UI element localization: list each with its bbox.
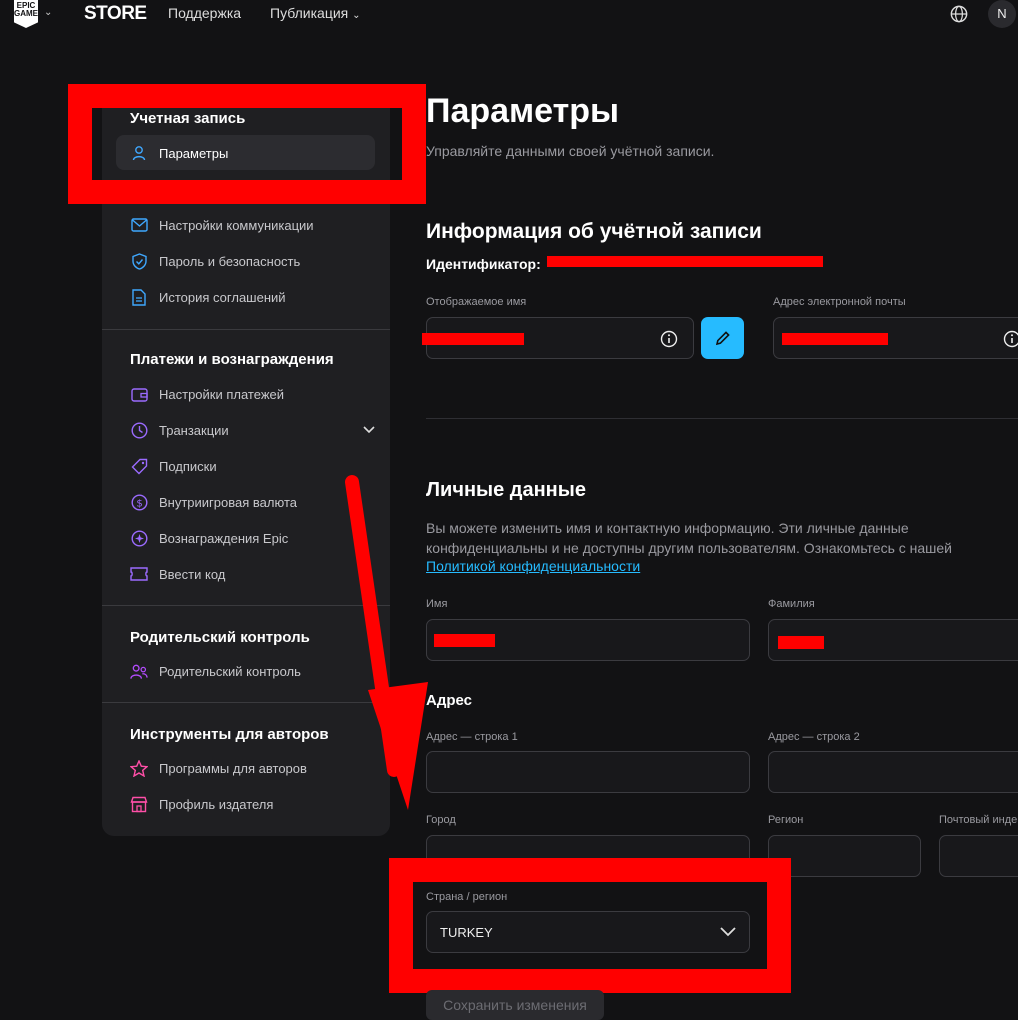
redaction-mark [782,333,888,345]
top-navigation: EPIC GAMES ⌄ STORE Поддержка Публикация … [0,0,1018,30]
address-line1-field[interactable] [426,751,750,793]
redaction-mark [778,636,824,649]
ticket-icon [130,565,148,583]
document-icon [130,288,148,306]
globe-icon[interactable] [950,5,968,23]
page-subtitle: Управляйте данными своей учётной записи. [426,143,715,159]
sidebar-item-agreements[interactable]: История соглашений [130,283,375,311]
postal-code-label: Почтовый инде [939,814,1018,826]
publishing-menu[interactable]: Публикация ⌄ [270,5,361,21]
account-id-label: Идентификатор: [426,256,541,272]
tag-icon [130,457,148,475]
currency-icon: $ [130,493,148,511]
sidebar-item-password[interactable]: Пароль и безопасность [130,247,375,275]
annotation-arrow [345,475,428,810]
sidebar-section-parental: Родительский контроль [130,629,310,646]
sidebar-item-communications[interactable]: Настройки коммуникации [130,211,375,239]
region-label: Регион [768,814,804,826]
mail-icon [130,216,148,234]
address-line2-field[interactable] [768,751,1018,793]
address2-label: Адрес — строка 2 [768,731,860,743]
sidebar-item-payment-settings[interactable]: Настройки платежей [130,380,375,408]
chevron-down-icon[interactable] [720,927,736,937]
redaction-mark [422,333,524,345]
epic-games-logo[interactable]: EPIC GAMES [14,0,38,28]
page-title: Параметры [426,92,620,130]
country-value: TURKEY [440,925,493,940]
shield-icon [130,252,148,270]
annotation-highlight-box [68,84,426,204]
pencil-icon [715,331,730,346]
chevron-down-icon: ⌄ [352,10,361,21]
last-name-label: Фамилия [768,598,815,610]
redaction-mark [547,256,823,267]
storefront-icon [130,795,148,813]
edit-display-name-button[interactable] [701,317,744,359]
store-link[interactable]: STORE [84,3,147,25]
section-divider [426,418,1018,419]
family-icon [130,662,148,680]
country-label: Страна / регион [426,891,508,903]
redaction-mark [434,634,495,647]
display-name-label: Отображаемое имя [426,296,527,308]
info-icon[interactable] [660,330,678,348]
clock-icon [130,421,148,439]
save-changes-button[interactable]: Сохранить изменения [426,990,604,1020]
rewards-icon [130,529,148,547]
personal-data-heading: Личные данные [426,479,586,501]
sidebar-section-payments: Платежи и вознаграждения [130,351,334,368]
account-info-heading: Информация об учётной записи [426,220,762,243]
star-icon [130,759,148,777]
personal-data-description: Вы можете изменить имя и контактную инфо… [426,520,952,556]
sidebar-divider [102,329,390,330]
info-icon[interactable] [1003,330,1018,348]
chevron-down-icon[interactable] [363,426,375,434]
privacy-policy-link[interactable]: Политикой конфиденциальности [426,558,640,574]
support-link[interactable]: Поддержка [168,5,241,21]
sidebar-section-creators: Инструменты для авторов [130,726,329,743]
svg-text:$: $ [136,498,142,509]
sidebar-item-transactions[interactable]: Транзакции [130,416,375,444]
wallet-icon [130,385,148,403]
chevron-down-icon[interactable]: ⌄ [44,7,52,18]
avatar[interactable]: N [988,0,1016,28]
email-label: Адрес электронной почты [773,296,906,308]
postal-code-field[interactable] [939,835,1018,877]
